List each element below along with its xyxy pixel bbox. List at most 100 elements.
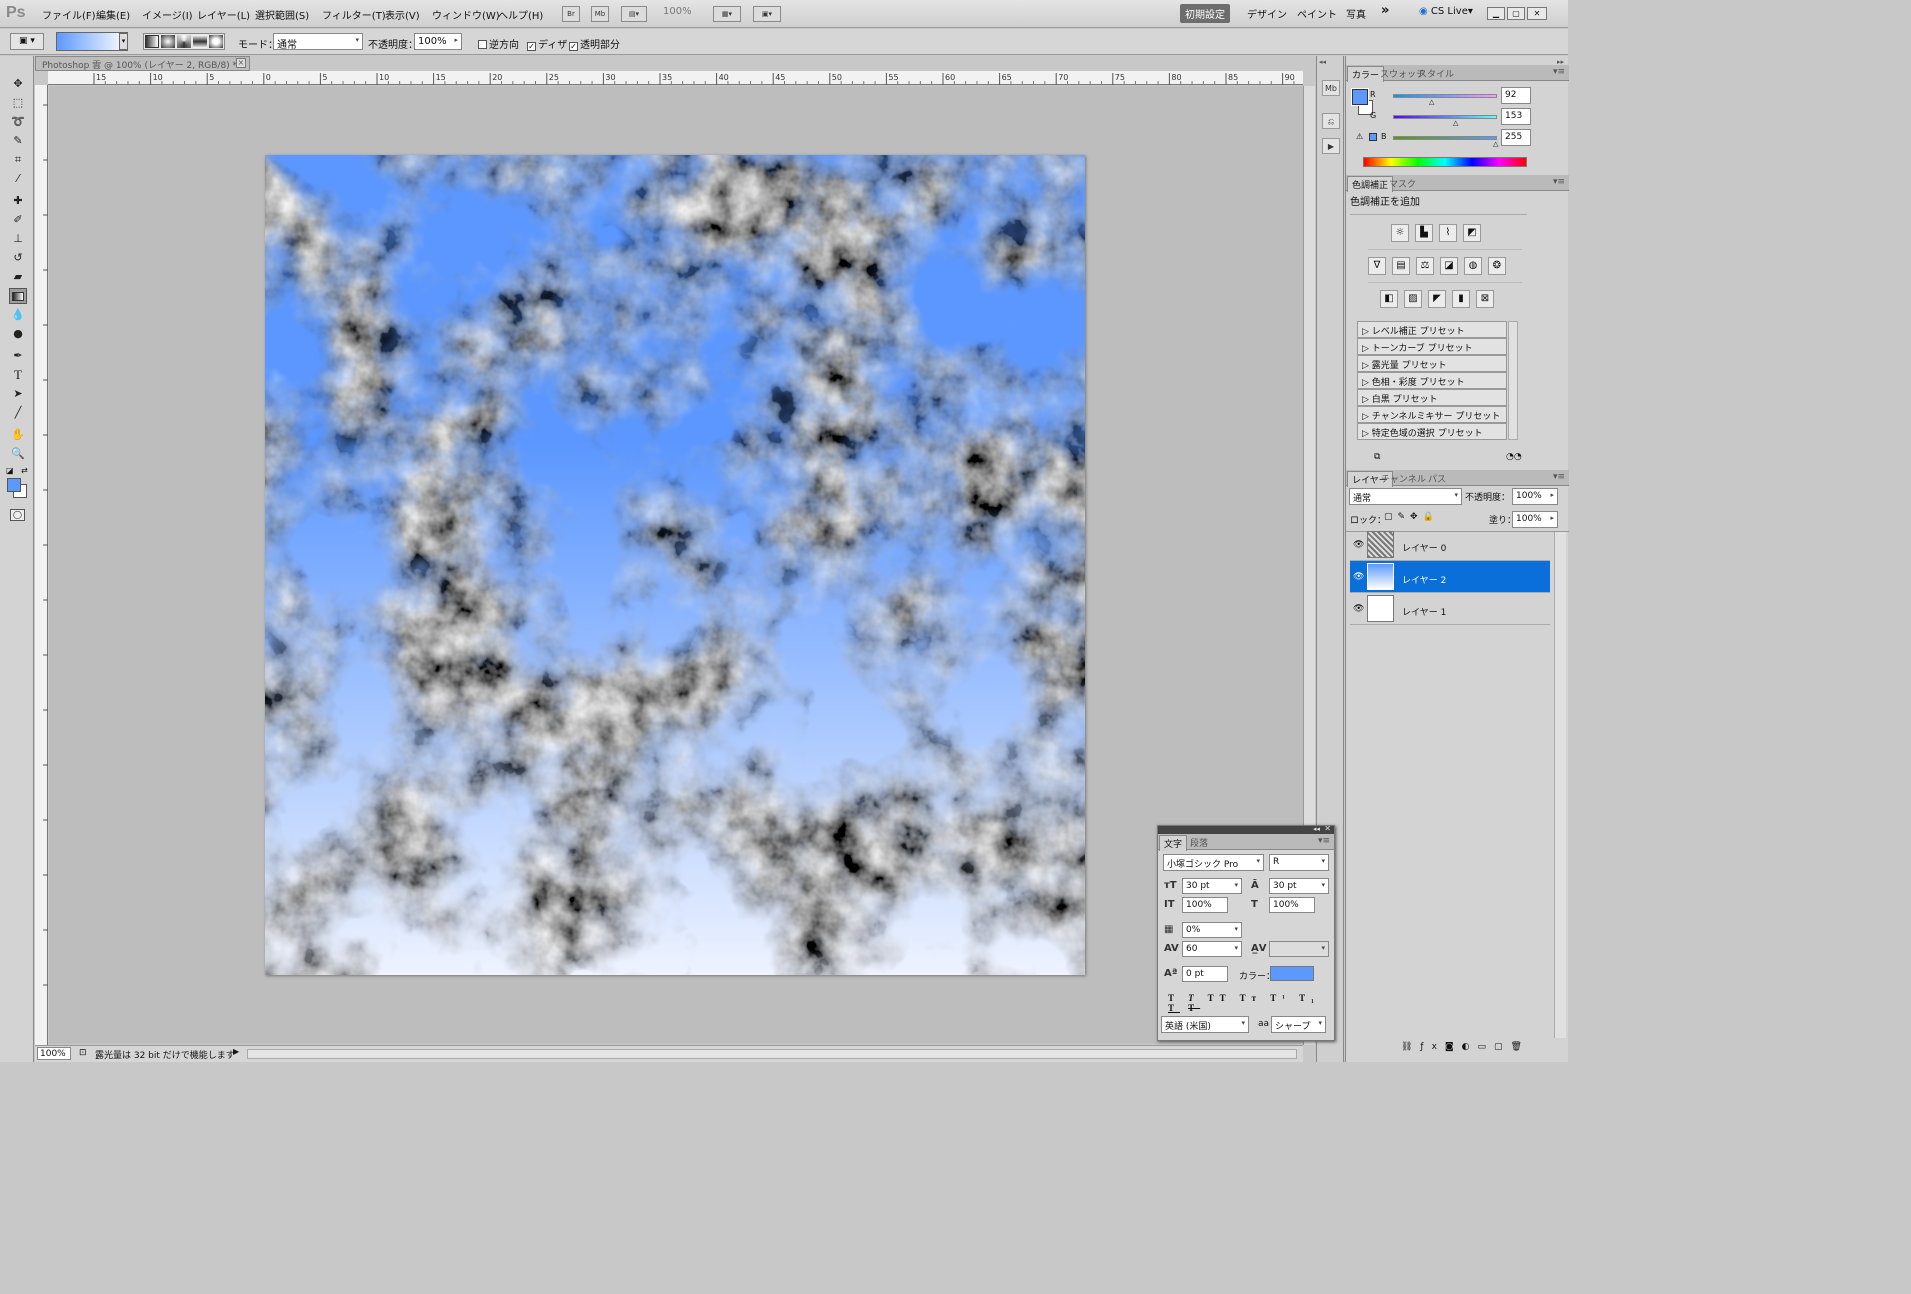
layer-row[interactable]: 👁 レイヤー 1: [1350, 593, 1550, 625]
path-selection-tool-icon[interactable]: ➤: [9, 386, 27, 402]
g-value[interactable]: 153: [1501, 108, 1531, 125]
layers-footer-icons[interactable]: ⛓ƒx◙◐▭▢🗑: [1401, 1042, 1530, 1052]
g-slider[interactable]: [1393, 115, 1497, 119]
preset-levels[interactable]: ▷ レベル補正 プリセット: [1357, 321, 1507, 338]
close-document-button[interactable]: ×: [236, 58, 246, 68]
tab-channels[interactable]: チャンネル: [1381, 472, 1426, 485]
panel-menu-icon[interactable]: ▾≡: [1553, 67, 1565, 77]
hue-saturation-icon[interactable]: ▤: [1392, 257, 1410, 275]
preset-exposure[interactable]: ▷ 露光量 プリセット: [1357, 355, 1507, 372]
mini-bridge-button[interactable]: Mb: [591, 6, 609, 22]
tab-styles[interactable]: スタイル: [1418, 67, 1454, 80]
b-slider-thumb[interactable]: △: [1493, 140, 1498, 148]
antialias-select[interactable]: シャープ ▾: [1271, 1016, 1326, 1033]
document-canvas[interactable]: [265, 155, 1085, 975]
workspace-design[interactable]: デザイン: [1247, 6, 1287, 21]
panel-title-bar[interactable]: ◂◂ ✕: [1158, 824, 1334, 834]
zoom-level[interactable]: 100%: [663, 6, 692, 17]
adjust-options-icon[interactable]: ◔◔: [1506, 452, 1522, 462]
workspace-more-button[interactable]: »: [1381, 3, 1389, 18]
layers-scrollbar[interactable]: [1554, 532, 1566, 1038]
curves-icon[interactable]: ⌇: [1439, 224, 1457, 242]
radial-gradient-icon[interactable]: [161, 35, 175, 48]
adjust-clip-icon[interactable]: ⧉: [1374, 452, 1380, 462]
tsume-input[interactable]: 0% ▾: [1182, 922, 1242, 938]
photo-filter-icon[interactable]: ◍: [1464, 257, 1482, 275]
reflected-gradient-icon[interactable]: [193, 35, 207, 48]
mode-select[interactable]: 通常 ▾: [273, 33, 363, 51]
history-panel-icon[interactable]: ⎌: [1322, 113, 1340, 129]
font-family-select[interactable]: 小塚ゴシック Pro ▾: [1163, 854, 1264, 871]
color-fg-swatch[interactable]: [1351, 88, 1369, 106]
character-panel[interactable]: ◂◂ ✕ 文字 段落 ▾≡ 小塚ゴシック Pro ▾ R ▾ ᴛT 30 pt ▾ Ā…: [1157, 824, 1335, 1041]
maximize-button[interactable]: ▢: [1507, 7, 1525, 20]
vibrance-icon[interactable]: ∇: [1368, 257, 1386, 275]
quick-mask-icon[interactable]: ◯: [10, 509, 25, 521]
diamond-gradient-icon[interactable]: [209, 35, 223, 48]
posterize-icon[interactable]: ▨: [1404, 290, 1422, 308]
text-style-buttons[interactable]: T T TT Tт T¹ T₁ T T: [1168, 993, 1334, 1013]
menu-edit[interactable]: 編集(E): [96, 7, 130, 22]
r-slider[interactable]: [1393, 94, 1497, 98]
brightness-icon[interactable]: ☼: [1391, 224, 1409, 242]
transparency-checkbox[interactable]: ✓ 透明部分: [569, 36, 620, 51]
screen-mode-button[interactable]: ▣▾: [753, 6, 781, 22]
color-ramp[interactable]: [1363, 157, 1527, 167]
g-slider-thumb[interactable]: △: [1453, 119, 1458, 127]
move-tool-icon[interactable]: ✥: [9, 76, 27, 92]
r-value[interactable]: 92: [1501, 87, 1531, 104]
tab-character[interactable]: 文字: [1159, 835, 1188, 851]
menu-layer[interactable]: レイヤー(L): [197, 7, 250, 22]
history-brush-tool-icon[interactable]: ↺: [9, 250, 27, 266]
preset-curves[interactable]: ▷ トーンカーブ プリセット: [1357, 338, 1507, 355]
blend-mode-select[interactable]: 通常 ▾: [1349, 488, 1462, 505]
tab-paragraph[interactable]: 段落: [1190, 836, 1208, 849]
font-size-input[interactable]: 30 pt ▾: [1182, 878, 1242, 894]
shape-tool-icon[interactable]: ╱: [9, 405, 27, 421]
quick-select-tool-icon[interactable]: ✎: [9, 133, 27, 149]
angle-gradient-icon[interactable]: [177, 35, 191, 48]
leading-input[interactable]: 30 pt ▾: [1269, 878, 1329, 894]
lasso-tool-icon[interactable]: ➰: [9, 114, 27, 130]
layer-name[interactable]: レイヤー 2: [1402, 573, 1446, 586]
gradient-picker[interactable]: [56, 32, 128, 51]
language-select[interactable]: 英語 (米国) ▾: [1161, 1016, 1249, 1033]
layer-name[interactable]: レイヤー 1: [1402, 605, 1446, 618]
tab-color[interactable]: カラー: [1347, 66, 1385, 82]
exposure-icon[interactable]: ◩: [1463, 224, 1481, 242]
arrange-documents-button[interactable]: ▦▾: [713, 6, 741, 22]
channel-mixer-icon[interactable]: ❂: [1488, 257, 1506, 275]
menu-image[interactable]: イメージ(I): [142, 7, 193, 22]
tracking-input[interactable]: 60 ▾: [1182, 941, 1242, 957]
actions-panel-icon[interactable]: ▶: [1322, 138, 1340, 154]
panel-menu-icon[interactable]: ▾≡: [1553, 472, 1565, 482]
reverse-checkbox[interactable]: 逆方向: [478, 36, 519, 51]
zoom-tool-icon[interactable]: 🔍: [9, 446, 27, 462]
color-balance-icon[interactable]: ⚖: [1416, 257, 1434, 275]
brush-tool-icon[interactable]: ✐: [9, 212, 27, 228]
menu-window[interactable]: ウィンドウ(W): [432, 7, 500, 22]
status-zoom-input[interactable]: 100%: [37, 1047, 71, 1060]
tab-paths[interactable]: パス: [1428, 472, 1446, 485]
collapse-dock-icon[interactable]: ◂◂: [1319, 58, 1326, 66]
healing-brush-tool-icon[interactable]: ✚: [9, 193, 27, 209]
lock-icons[interactable]: ▢✎✥🔒: [1384, 512, 1439, 522]
preset-selective-color[interactable]: ▷ 特定色域の選択 プリセット: [1357, 423, 1507, 440]
tool-preset-picker[interactable]: ▣ ▾: [10, 33, 44, 50]
font-style-select[interactable]: R ▾: [1269, 854, 1329, 871]
linear-gradient-icon[interactable]: [145, 35, 159, 48]
horizontal-scrollbar[interactable]: [247, 1049, 1297, 1059]
layer-opacity-input[interactable]: 100% ▸: [1512, 488, 1558, 505]
dither-checkbox[interactable]: ✓ ディザ: [527, 36, 567, 51]
vertical-scale-input[interactable]: 100%: [1182, 897, 1228, 913]
gradient-map-icon[interactable]: ▮: [1452, 290, 1470, 308]
panel-menu-icon[interactable]: ▾≡: [1553, 177, 1565, 187]
threshold-icon[interactable]: ◤: [1428, 290, 1446, 308]
menu-file[interactable]: ファイル(F): [42, 7, 96, 22]
r-slider-thumb[interactable]: △: [1429, 98, 1434, 106]
document-tab[interactable]: Photoshop 雲 @ 100% (レイヤー 2, RGB/8) * ×: [35, 56, 250, 71]
chevron-down-icon[interactable]: ▾: [119, 33, 128, 50]
layer-name[interactable]: レイヤー 0: [1402, 541, 1446, 554]
preset-bw[interactable]: ▷ 白黒 プリセット: [1357, 389, 1507, 406]
mini-bridge-panel-icon[interactable]: Mb: [1322, 80, 1340, 96]
